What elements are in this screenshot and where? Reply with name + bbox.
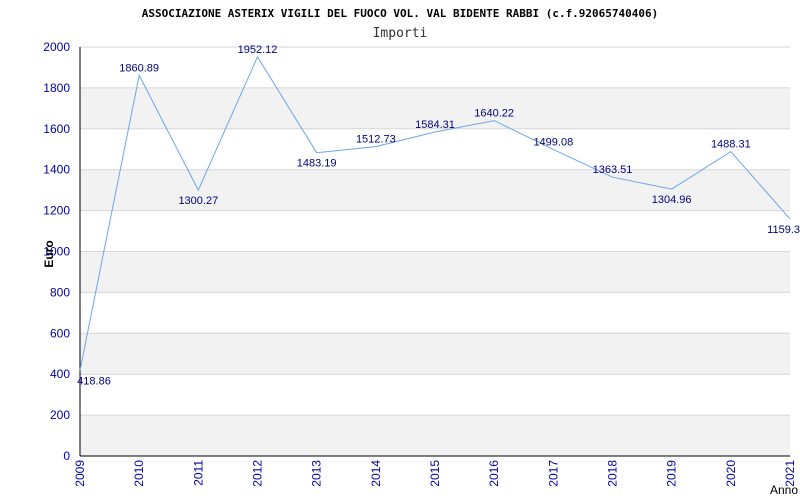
y-tick-label: 800 [50, 285, 70, 299]
x-tick-label: 2013 [310, 460, 324, 487]
y-tick-label: 1600 [43, 122, 70, 136]
data-label: 1304.96 [652, 194, 692, 206]
data-label: 1860.89 [119, 62, 159, 74]
x-tick-label: 2011 [191, 460, 205, 486]
data-label: 1159.3 [767, 224, 800, 236]
chart-title: ASSOCIAZIONE ASTERIX VIGILI DEL FUOCO VO… [142, 7, 659, 20]
y-tick-label: 1200 [43, 204, 70, 218]
data-label: 1363.51 [593, 164, 633, 176]
x-tick-label: 2010 [132, 460, 146, 487]
data-label: 1512.73 [356, 134, 396, 146]
x-tick-label: 2019 [665, 460, 679, 487]
y-tick-label: 1400 [43, 163, 70, 177]
y-tick-label: 200 [50, 408, 70, 422]
chart-subtitle: Importi [373, 26, 428, 41]
y-tick-label: 0 [63, 449, 70, 463]
y-tick-label: 2000 [43, 40, 70, 54]
y-tick-label: 400 [50, 367, 70, 381]
x-axis-label: Anno [770, 483, 798, 497]
y-tick-label: 1800 [43, 81, 70, 95]
x-tick-label: 2012 [251, 460, 265, 487]
data-label: 418.86 [77, 375, 111, 387]
x-tick-label: 2009 [73, 460, 87, 487]
band-800 [80, 251, 790, 293]
x-tick-labels: 2009 2010 2011 2012 2013 2014 2015 2016 2017 2018… [73, 460, 797, 487]
band-400 [80, 333, 790, 375]
line-chart: 0200400600800100012001400160018002000 20… [42, 7, 800, 497]
background-bands [80, 87, 790, 456]
x-tick-label: 2018 [606, 460, 620, 487]
x-tick-label: 2017 [546, 460, 560, 487]
x-tick-label: 2014 [369, 460, 383, 487]
data-label: 1300.27 [178, 195, 218, 207]
data-label: 1584.31 [415, 119, 455, 131]
data-label: 1952.12 [238, 44, 278, 56]
band-0 [80, 415, 790, 456]
data-label: 1499.08 [533, 136, 573, 148]
data-label: 1640.22 [474, 108, 514, 120]
x-tick-label: 2015 [428, 460, 442, 487]
y-axis-label: Euro [42, 240, 56, 267]
x-tick-label: 2020 [724, 460, 738, 487]
x-tick-label: 2016 [487, 460, 501, 487]
y-tick-label: 600 [50, 326, 70, 340]
data-label: 1488.31 [711, 139, 751, 151]
data-label: 1483.19 [297, 158, 337, 170]
